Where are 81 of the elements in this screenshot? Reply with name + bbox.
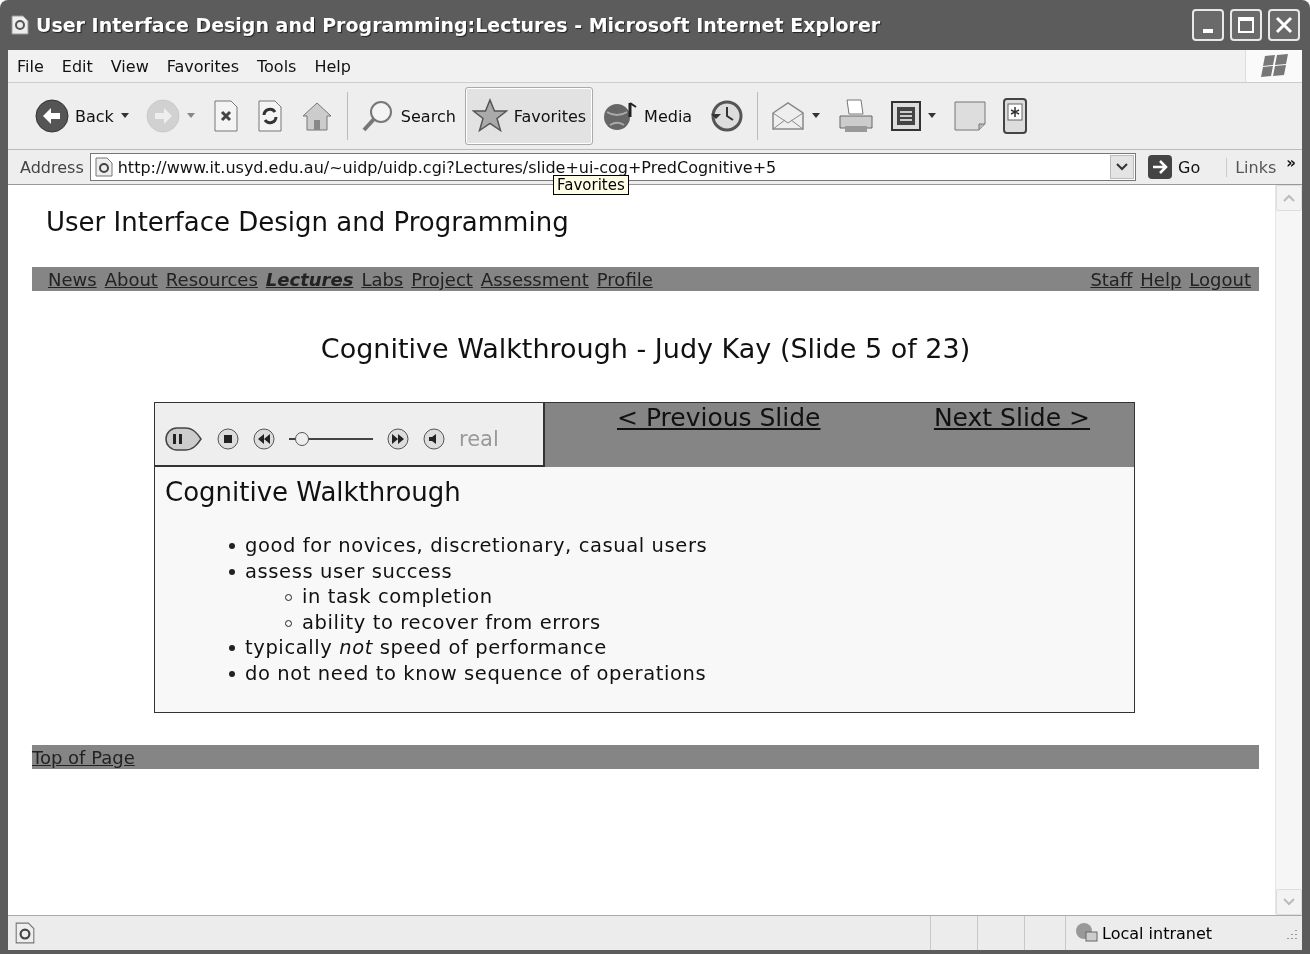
caret-icon [119,113,130,119]
printer-icon [837,98,876,134]
position-slider[interactable] [289,432,373,446]
chevron-up-icon [1283,194,1295,202]
caret-icon [811,113,822,119]
editor-icon [891,101,922,131]
slider-thumb[interactable] [294,432,309,446]
envelope-icon [771,101,806,131]
nav-link[interactable]: Resources [165,268,258,290]
bullet-text: in task completion [302,585,493,608]
slide-title: Cognitive Walkthrough [165,477,462,507]
menu-item[interactable]: Tools [248,54,306,78]
back-button[interactable]: Back [28,87,137,145]
more-chevron[interactable]: » [1282,154,1302,180]
bullet-icon [229,645,235,651]
minimize-button[interactable] [1192,9,1224,41]
window-title: User Interface Design and Programming:Lectures - Microsoft Internet Explorer [36,14,882,36]
refresh-icon [255,99,284,133]
chevron-icon [1116,163,1128,171]
nav-link[interactable]: Assessment [480,268,589,290]
tooltip: Favorites [553,175,629,195]
links-label[interactable]: Links [1226,157,1277,177]
bullet-icon [229,670,235,677]
bullet-text: good for novices, discretionary, casual users [245,534,708,557]
menu-item[interactable]: File [8,54,53,78]
pause-icon[interactable] [165,427,203,451]
globe-note-icon [602,99,639,133]
menu-item[interactable]: Edit [52,54,102,78]
chevron-down-icon [1283,898,1295,906]
bullet-icon [229,568,235,575]
nav-link[interactable]: Help [1140,268,1182,290]
fast-forward-icon[interactable] [387,428,409,450]
top-of-page-link[interactable]: Top of Page [32,746,135,768]
caret-icon [185,113,196,119]
favorites-button[interactable]: Favorites [464,87,594,145]
nav-link[interactable]: Profile [596,268,653,290]
player-brand: real [459,427,499,451]
maximize-button[interactable] [1230,9,1262,41]
bullet-text: ability to recover from errors [302,610,601,634]
caret-icon [927,113,938,119]
page-icon [10,14,30,36]
windows-flag-icon [1259,53,1289,79]
address-label: Address [20,157,84,177]
dropdown-button[interactable] [1110,155,1134,179]
menu-item[interactable]: Favorites [157,54,248,78]
minimize-icon [1203,29,1213,33]
network-icon [1074,922,1098,944]
nav-link[interactable]: Labs [361,268,404,290]
rewind-icon[interactable] [253,428,275,450]
search-icon [360,99,395,133]
close-icon [1275,16,1293,34]
bullet-text: typically not speed of performance [245,636,607,659]
bullet-text: do not need to know sequence of operations [245,661,707,685]
previous-slide-link[interactable]: < Previous Slide [617,403,821,435]
stop-icon [211,99,240,133]
star-icon [471,98,508,134]
phone-icon [1003,98,1028,134]
nav-link[interactable]: Staff [1090,268,1133,290]
search-button[interactable]: Search [353,87,463,145]
next-slide-link[interactable]: Next Slide > [933,403,1090,435]
go-button[interactable]: Go [1142,155,1221,179]
media-button[interactable]: Media [595,87,700,145]
nav-link[interactable]: Lectures [265,268,354,290]
nav-link[interactable]: Logout [1189,268,1251,290]
stop-icon[interactable] [217,428,239,450]
nav-link[interactable]: About [104,268,158,290]
site-heading: User Interface Design and Programming [46,207,570,237]
close-button[interactable] [1268,9,1300,41]
volume-icon[interactable] [423,428,445,450]
menu-item[interactable]: View [101,54,158,78]
menu-item[interactable]: Help [305,54,360,78]
bullet-icon [229,543,235,549]
zone-label: Local intranet [1102,923,1213,943]
nav-link[interactable]: News [48,268,97,290]
note-icon [953,100,988,132]
maximize-icon [1237,16,1255,34]
slide-heading: Cognitive Walkthrough - Judy Kay (Slide 5 of 23) [319,333,972,364]
page-icon [93,157,114,177]
nav-link[interactable]: Project [411,268,473,290]
page-icon [14,922,36,944]
bullet-text: assess user success [245,559,453,583]
